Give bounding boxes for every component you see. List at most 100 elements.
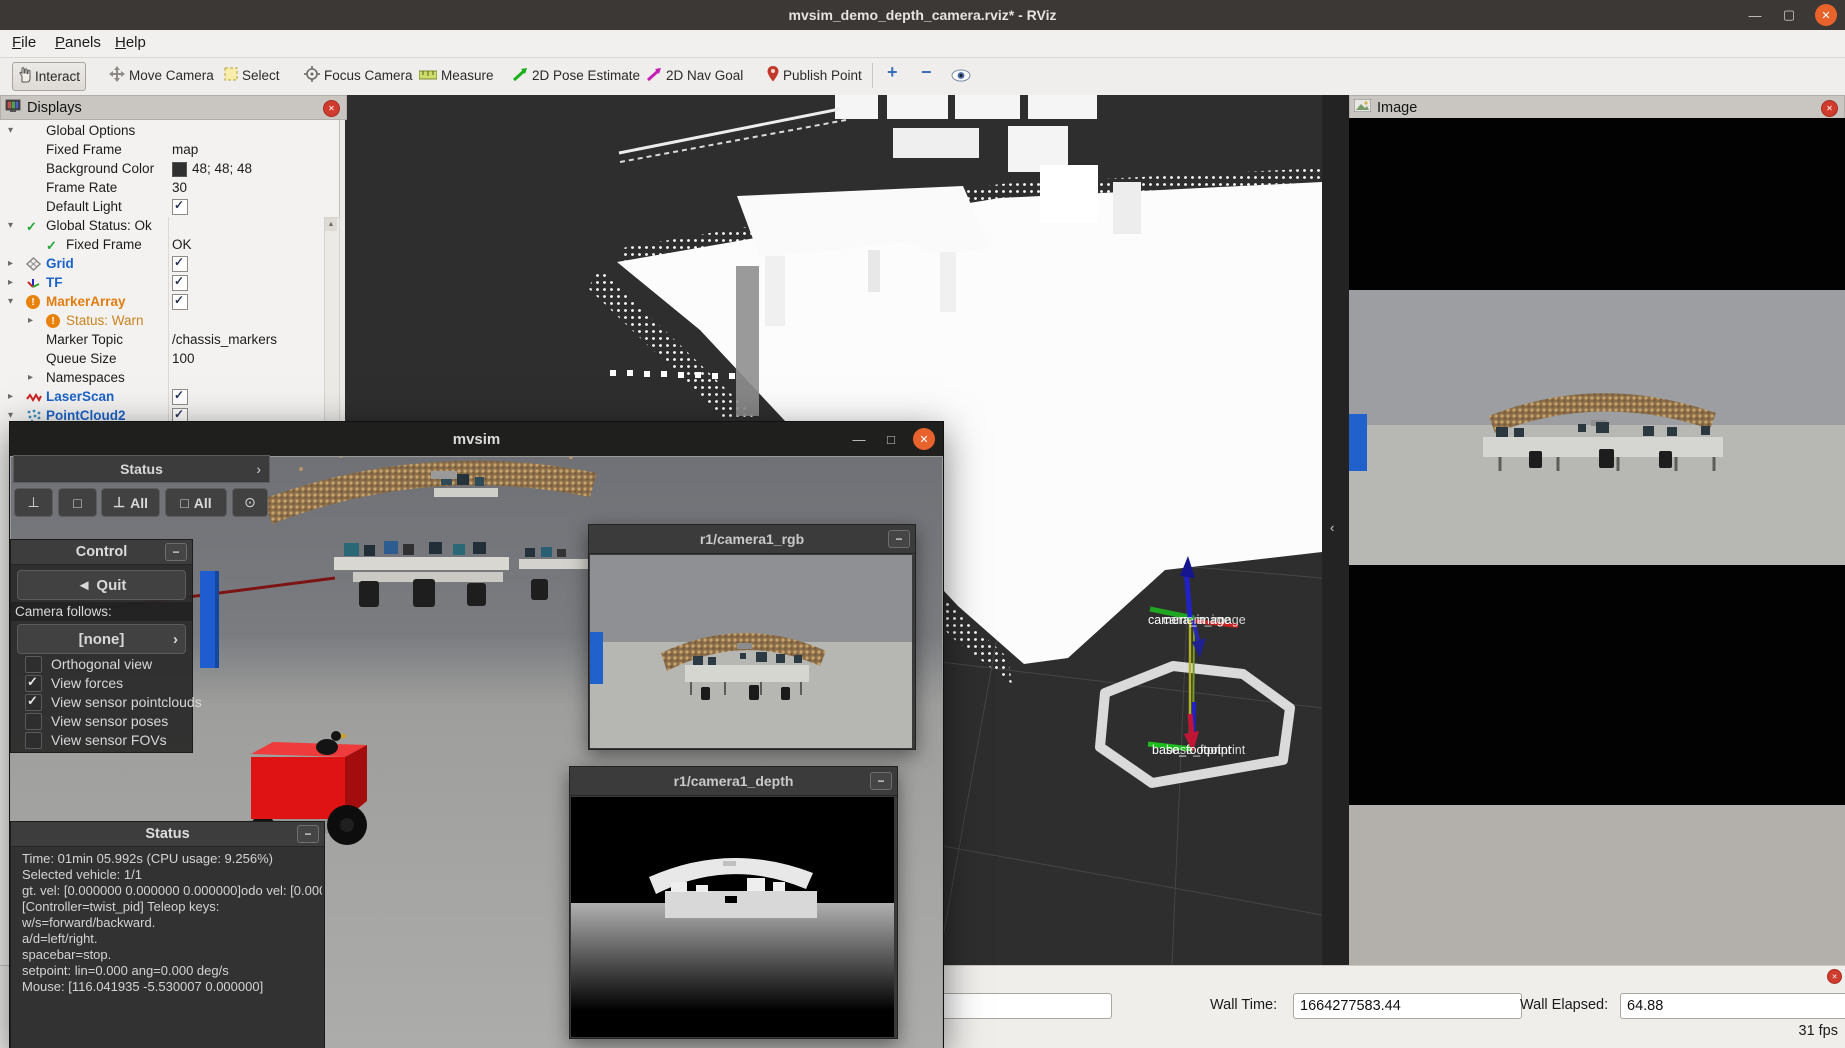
row-global-status[interactable]: ▾ ✓ Global Status: Ok — [0, 217, 322, 236]
minimize-icon[interactable]: — — [847, 428, 871, 450]
view-sensor-pointclouds-checkbox[interactable]: ✓ — [25, 694, 42, 711]
row-laser-scan[interactable]: ▸ LaserScan ✓ — [0, 388, 322, 407]
close-icon[interactable]: ✕ — [1827, 969, 1842, 984]
wall-time-field[interactable]: 1664277583.44 — [1293, 993, 1522, 1019]
row-value[interactable]: 48; 48; 48 — [192, 161, 252, 176]
measure-button[interactable]: Measure — [414, 62, 499, 89]
option-label: Orthogonal view — [51, 656, 152, 672]
expander-icon[interactable]: ▾ — [8, 220, 13, 231]
scroll-up-icon[interactable]: ▲ — [325, 218, 337, 231]
expander-icon[interactable]: ▸ — [8, 391, 13, 402]
camera-rgb-window[interactable]: r1/camera1_rgb − — [588, 524, 916, 750]
collapse-icon[interactable]: − — [888, 530, 910, 548]
collapse-icon[interactable]: − — [297, 825, 319, 843]
camera-follows-select[interactable]: [none] › — [17, 624, 186, 654]
row-label: MarkerArray — [46, 294, 126, 309]
minimize-all-button[interactable]: ⊥ — [14, 488, 53, 517]
displays-panel-title: Displays — [27, 100, 82, 116]
menu-file[interactable]: File — [12, 34, 36, 51]
wall-elapsed-field[interactable]: 64.88 — [1620, 993, 1845, 1019]
row-default-light[interactable]: Default Light ✓ — [0, 198, 322, 217]
select-button[interactable]: Select — [219, 62, 285, 89]
chevron-right-icon: › — [256, 461, 261, 477]
view-forces-checkbox[interactable]: ✓ — [25, 675, 42, 692]
zoom-in-button[interactable]: + — [882, 59, 903, 86]
close-icon[interactable]: ✕ — [1815, 4, 1837, 26]
row-marker-array[interactable]: ▾ ! MarkerArray ✓ — [0, 293, 322, 312]
row-global-options[interactable]: ▾ Global Options — [0, 122, 322, 141]
interact-button[interactable]: Interact — [12, 62, 86, 91]
close-icon[interactable]: ✕ — [913, 428, 935, 450]
expander-icon[interactable]: ▸ — [8, 277, 13, 288]
checkbox[interactable]: ✓ — [172, 199, 188, 215]
mvsim-titlebar[interactable]: mvsim — □ ✕ — [10, 422, 943, 456]
collapse-chevron-icon[interactable]: ‹ — [1330, 520, 1334, 535]
focus-camera-button[interactable]: Focus Camera — [299, 62, 418, 89]
checkbox[interactable]: ✓ — [172, 294, 188, 310]
expander-icon[interactable]: ▾ — [8, 125, 13, 136]
check-icon: ✓ — [174, 407, 184, 421]
zoom-out-button[interactable]: − — [916, 59, 937, 86]
row-background-color[interactable]: Background Color 48; 48; 48 — [0, 160, 322, 179]
camera-rgb-image — [590, 555, 912, 748]
camera-depth-window[interactable]: r1/camera1_depth − — [569, 766, 898, 1039]
row-fixed-frame[interactable]: Fixed Frame map — [0, 141, 322, 160]
view-sensor-poses-checkbox[interactable] — [25, 713, 42, 730]
menu-help[interactable]: Help — [115, 34, 146, 51]
checkbox[interactable]: ✓ — [172, 389, 188, 405]
close-icon[interactable]: ✕ — [323, 100, 340, 117]
camera-follows-label: Camera follows: — [15, 604, 112, 619]
status-panel-header[interactable]: Status − — [11, 822, 324, 847]
nav-goal-button[interactable]: 2D Nav Goal — [642, 62, 748, 89]
panel-splitter[interactable]: ‹ — [1322, 95, 1349, 965]
row-status-warn[interactable]: ▸ ! Status: Warn — [0, 312, 322, 331]
mvsim-status-menu[interactable]: Status › — [13, 455, 270, 483]
check-icon: ✓ — [174, 388, 184, 402]
view-sensor-fovs-checkbox[interactable] — [25, 732, 42, 749]
time-button[interactable]: ⊙ — [232, 488, 268, 517]
visibility-button[interactable] — [946, 63, 976, 90]
row-tf[interactable]: ▸ TF ✓ — [0, 274, 322, 293]
row-namespaces[interactable]: ▸ Namespaces — [0, 369, 322, 388]
maximize-icon[interactable]: □ — [879, 428, 903, 450]
expander-icon[interactable]: ▸ — [28, 372, 33, 383]
checkbox[interactable]: ✓ — [172, 275, 188, 291]
collapse-icon[interactable]: − — [165, 543, 187, 561]
expander-icon[interactable]: ▸ — [8, 258, 13, 269]
row-value[interactable]: 30 — [172, 180, 187, 195]
pose-estimate-button[interactable]: 2D Pose Estimate — [508, 62, 645, 89]
row-grid[interactable]: ▸ Grid ✓ — [0, 255, 322, 274]
expander-icon[interactable]: ▸ — [28, 315, 33, 326]
expander-icon[interactable]: ▾ — [8, 410, 13, 421]
minimize-icon[interactable]: — — [1743, 4, 1767, 26]
quit-button[interactable]: ◄ Quit — [17, 570, 186, 600]
row-fixed-frame-ok[interactable]: ✓ Fixed Frame OK — [0, 236, 322, 255]
orthogonal-view-checkbox[interactable] — [25, 656, 42, 673]
eye-icon — [951, 69, 971, 85]
camera-rgb-titlebar[interactable]: r1/camera1_rgb − — [589, 525, 915, 554]
window-title: mvsim_demo_depth_camera.rviz* - RViz — [789, 7, 1057, 23]
maximize-icon[interactable]: ▢ — [1777, 4, 1801, 26]
move-camera-button[interactable]: Move Camera — [104, 62, 219, 89]
publish-point-button[interactable]: Publish Point — [762, 62, 867, 89]
restore-button[interactable]: □ — [58, 488, 97, 517]
expander-icon[interactable]: ▾ — [8, 296, 13, 307]
camera-depth-titlebar[interactable]: r1/camera1_depth − — [570, 767, 897, 796]
control-panel-header[interactable]: Control − — [11, 540, 192, 565]
image-panel-header[interactable]: Image ✕ — [1349, 95, 1845, 120]
minimize-all-windows-button[interactable]: ⊥All — [101, 488, 160, 517]
collapse-icon[interactable]: − — [870, 772, 892, 790]
ruler-icon — [419, 68, 437, 83]
row-value[interactable]: map — [172, 142, 198, 157]
ok-check-icon: ✓ — [46, 238, 62, 253]
checkbox[interactable]: ✓ — [172, 256, 188, 272]
menu-panels[interactable]: Panels — [55, 34, 101, 51]
restore-all-windows-button[interactable]: □All — [165, 488, 227, 517]
displays-panel-header[interactable]: Displays ✕ — [0, 95, 347, 120]
row-queue-size[interactable]: Queue Size 100 — [0, 350, 322, 369]
row-marker-topic[interactable]: Marker Topic /chassis_markers — [0, 331, 322, 350]
close-icon[interactable]: ✕ — [1821, 100, 1838, 117]
row-frame-rate[interactable]: Frame Rate 30 — [0, 179, 322, 198]
row-value[interactable]: 100 — [172, 351, 195, 366]
row-value[interactable]: /chassis_markers — [172, 332, 277, 347]
